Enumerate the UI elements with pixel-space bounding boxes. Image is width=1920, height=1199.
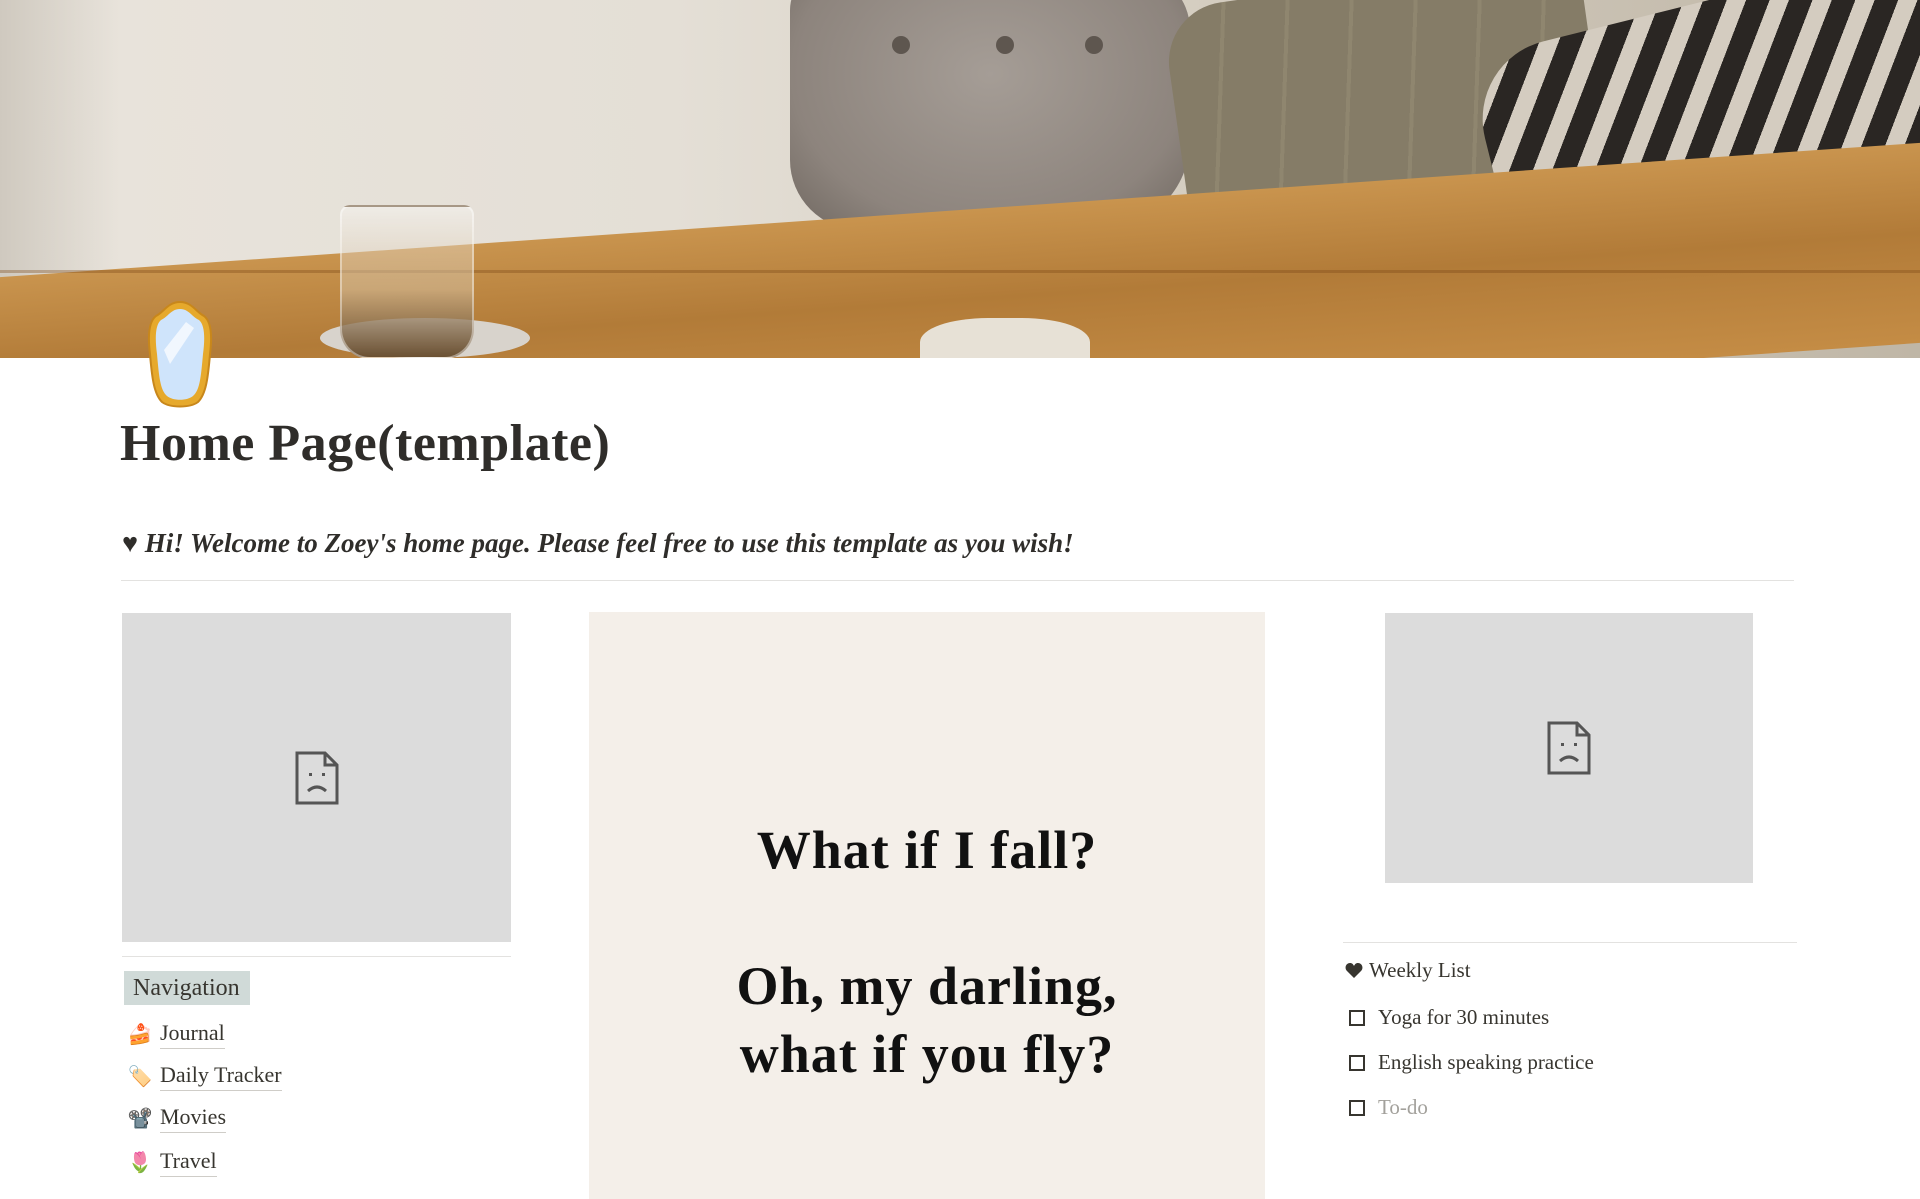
todo-item[interactable]: Yoga for 30 minutes bbox=[1349, 1005, 1549, 1030]
divider bbox=[121, 580, 1794, 581]
quote-line-2: Oh, my darling, what if you fly? bbox=[589, 952, 1265, 1088]
cake-icon: 🍰 bbox=[127, 1024, 153, 1046]
cover-pillow bbox=[790, 0, 1190, 230]
heart-icon: ♥ bbox=[122, 528, 139, 558]
cover-table-grain bbox=[0, 270, 1920, 273]
quote-line-2a: Oh, my darling, bbox=[736, 956, 1118, 1016]
page-title[interactable]: Home Page(template) bbox=[120, 414, 610, 473]
cover-pillow-button bbox=[996, 36, 1014, 54]
image-placeholder-left[interactable] bbox=[122, 613, 511, 942]
nav-item-label[interactable]: Daily Tracker bbox=[160, 1062, 282, 1091]
todo-new-item[interactable]: To-do bbox=[1349, 1095, 1428, 1120]
cover-image[interactable] bbox=[0, 0, 1920, 358]
todo-checkbox[interactable] bbox=[1349, 1099, 1365, 1116]
broken-image-icon bbox=[295, 751, 338, 804]
weekly-list-heading: Weekly List bbox=[1345, 958, 1471, 983]
quote-line-1: What if I fall? bbox=[756, 820, 1098, 880]
nav-item-journal[interactable]: 🍰 Journal bbox=[128, 1020, 225, 1049]
todo-label[interactable]: Yoga for 30 minutes bbox=[1378, 1005, 1549, 1030]
nav-item-label[interactable]: Journal bbox=[160, 1020, 225, 1049]
cover-pillow-button bbox=[892, 36, 910, 54]
nav-item-movies[interactable]: 📽️ Movies bbox=[128, 1104, 226, 1133]
heart-icon bbox=[1345, 962, 1363, 978]
broken-image-icon bbox=[1547, 721, 1591, 775]
mirror-icon[interactable] bbox=[146, 298, 214, 410]
divider bbox=[122, 956, 511, 957]
welcome-text: Hi! Welcome to Zoey's home page. Please … bbox=[144, 528, 1074, 558]
divider bbox=[1343, 942, 1797, 943]
todo-checkbox[interactable] bbox=[1349, 1009, 1365, 1026]
nav-item-label[interactable]: Travel bbox=[160, 1148, 217, 1177]
image-placeholder-right[interactable] bbox=[1385, 613, 1753, 883]
tulip-icon: 🌷 bbox=[127, 1152, 153, 1174]
tag-icon: 🏷️ bbox=[127, 1066, 153, 1088]
nav-item-travel[interactable]: 🌷 Travel bbox=[128, 1148, 217, 1177]
film-projector-icon: 📽️ bbox=[127, 1108, 153, 1130]
todo-checkbox[interactable] bbox=[1349, 1054, 1365, 1071]
todo-item[interactable]: English speaking practice bbox=[1349, 1050, 1594, 1075]
nav-item-label[interactable]: Movies bbox=[160, 1104, 226, 1133]
cover-glass bbox=[340, 205, 474, 358]
cover-pillow-button bbox=[1085, 36, 1103, 54]
nav-item-daily-tracker[interactable]: 🏷️ Daily Tracker bbox=[128, 1062, 282, 1091]
weekly-list-title: Weekly List bbox=[1369, 958, 1471, 982]
todo-placeholder[interactable]: To-do bbox=[1378, 1095, 1428, 1120]
cover-cup bbox=[920, 318, 1090, 358]
navigation-heading: Navigation bbox=[124, 971, 250, 1005]
welcome-callout: ♥ Hi! Welcome to Zoey's home page. Pleas… bbox=[122, 528, 1074, 559]
quote-line-2b: what if you fly? bbox=[739, 1024, 1115, 1084]
quote-card[interactable]: What if I fall? Oh, my darling, what if … bbox=[589, 612, 1265, 1199]
todo-label[interactable]: English speaking practice bbox=[1378, 1050, 1594, 1075]
